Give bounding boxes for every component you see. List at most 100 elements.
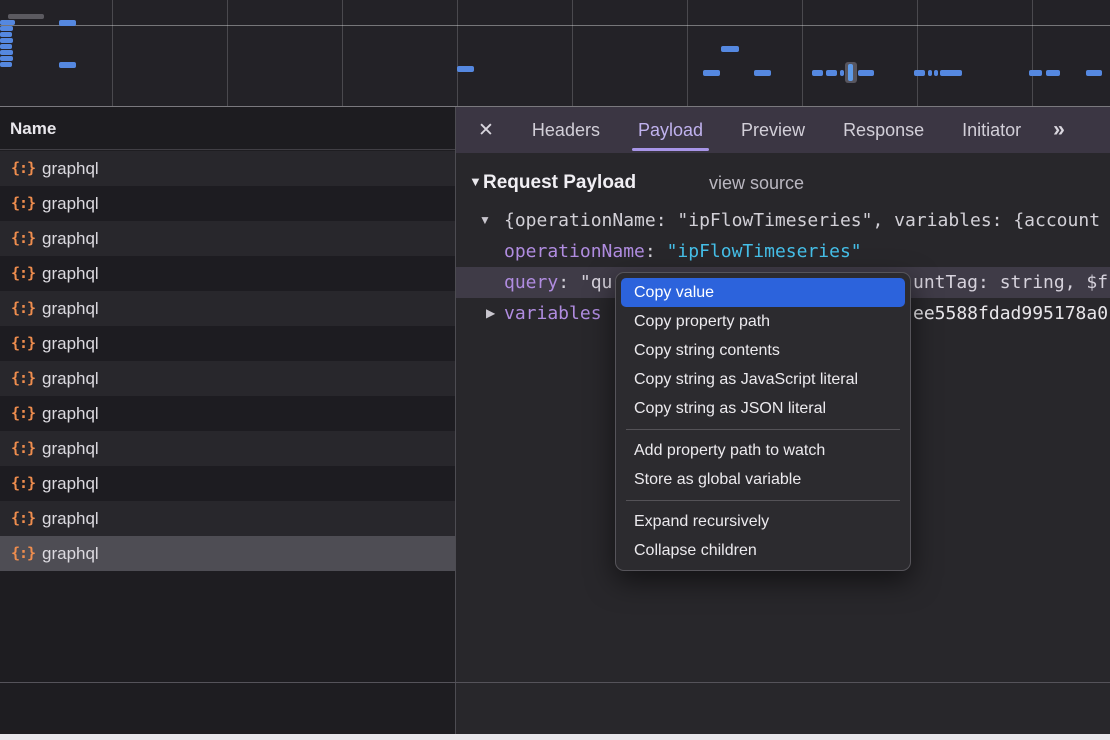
context-menu: Copy valueCopy property pathCopy string …: [615, 272, 911, 571]
context-menu-item[interactable]: Expand recursively: [621, 507, 905, 536]
json-braces-icon: {:}: [11, 326, 35, 361]
request-list: {:} graphql {:} graphql {:} graphql {:} graphql…: [0, 151, 455, 571]
json-braces-icon: {:}: [11, 396, 35, 431]
timeline-bar: [0, 20, 15, 25]
tree-row-text: query: "qu: [504, 267, 612, 298]
payload-tree-row[interactable]: ▼ {operationName: "ipFlowTimeseries", var…: [456, 205, 1110, 236]
request-row[interactable]: {:}graphql: [0, 291, 455, 326]
request-name: graphql: [42, 221, 99, 256]
json-braces-icon: {:}: [11, 501, 35, 536]
json-braces-icon: {:}: [11, 361, 35, 396]
tab-response[interactable]: Response: [843, 107, 924, 153]
menu-separator: [626, 429, 900, 430]
request-row[interactable]: {:}graphql: [0, 466, 455, 501]
timeline-bar: [1029, 70, 1042, 76]
tree-row-text: operationName: "ipFlowTimeseries": [504, 236, 862, 267]
request-name: graphql: [42, 536, 99, 571]
network-overview-timeline[interactable]: [0, 0, 1110, 107]
expanded-arrow-icon[interactable]: ▼: [479, 205, 491, 236]
tree-row-text-after-menu: ee5588fdad995178a0: [913, 298, 1108, 329]
timeline-bar: [0, 26, 13, 31]
context-menu-item[interactable]: Store as global variable: [621, 465, 905, 494]
timeline-bar: [0, 50, 13, 55]
name-column-header[interactable]: Name: [0, 107, 455, 150]
request-row[interactable]: {:} graphql: [0, 221, 455, 256]
tab-strip: Headers Payload Preview Response Initiator: [532, 107, 1021, 153]
tree-text-segment: {operationName: "ipFlowTimeseries", vari…: [504, 210, 1100, 231]
timeline-gridline: [342, 0, 343, 106]
request-row[interactable]: {:}graphql: [0, 431, 455, 466]
timeline-bar: [1046, 70, 1060, 76]
timeline-bar: [934, 70, 938, 76]
context-menu-item[interactable]: Copy string contents: [621, 336, 905, 365]
context-menu-item[interactable]: Copy string as JavaScript literal: [621, 365, 905, 394]
json-braces-icon: {:}: [11, 256, 35, 291]
timeline-bar: [0, 56, 13, 61]
tree-text-segment: "ipFlowTimeseries": [667, 241, 862, 262]
request-row[interactable]: {:} graphql: [0, 326, 455, 361]
devtools-network-panel: Name {:}graphql{:}graphql{:}graphql{:}gr…: [0, 0, 1110, 740]
request-row[interactable]: {:}graphql: [0, 396, 455, 431]
request-name: graphql: [42, 151, 99, 186]
context-menu-item[interactable]: Copy string as JSON literal: [621, 394, 905, 423]
close-icon[interactable]: ✕: [478, 121, 494, 140]
request-row[interactable]: {:}graphql: [0, 186, 455, 221]
request-row[interactable]: {:} graphql: [0, 256, 455, 291]
request-name: graphql: [42, 466, 99, 501]
request-row[interactable]: {:}graphql: [0, 151, 455, 186]
tree-text-segment: query: [504, 272, 558, 293]
timeline-bar: [0, 32, 12, 37]
timeline-gridline: [457, 0, 458, 106]
timeline-bar: [848, 64, 853, 81]
tab-initiator[interactable]: Initiator: [962, 107, 1021, 153]
request-name: graphql: [42, 361, 99, 396]
payload-tree-row[interactable]: operationName: "ipFlowTimeseries": [456, 236, 1110, 267]
timeline-bar: [914, 70, 925, 76]
timeline-bar: [721, 46, 739, 52]
section-title: Request Payload: [483, 167, 636, 199]
json-braces-icon: {:}: [11, 221, 35, 256]
context-menu-item[interactable]: Copy value: [621, 278, 905, 307]
context-menu-item[interactable]: Collapse children: [621, 536, 905, 565]
json-braces-icon: {:}: [11, 536, 35, 571]
json-braces-icon: {:}: [11, 186, 35, 221]
request-list-panel: Name {:}graphql{:}graphql{:}graphql{:}gr…: [0, 107, 455, 734]
timeline-bar: [1086, 70, 1102, 76]
window-bottom-edge: [0, 734, 1110, 740]
timeline-bar: [8, 14, 44, 19]
tree-text-segment: "qu: [580, 272, 613, 293]
tab-payload[interactable]: Payload: [638, 107, 703, 153]
timeline-baseline: [0, 25, 1110, 26]
timeline-bar: [457, 66, 474, 72]
request-row[interactable]: {:} graphql: [0, 536, 455, 571]
context-menu-item[interactable]: Copy property path: [621, 307, 905, 336]
context-menu-item[interactable]: Add property path to watch: [621, 436, 905, 465]
request-name: graphql: [42, 326, 99, 361]
more-tabs-icon[interactable]: »: [1053, 118, 1063, 142]
timeline-gridline: [687, 0, 688, 106]
view-source-link[interactable]: view source: [709, 167, 804, 199]
timeline-bar: [940, 70, 962, 76]
collapsed-arrow-icon[interactable]: ▶: [486, 298, 495, 329]
request-name: graphql: [42, 431, 99, 466]
tree-text-segment: :: [645, 241, 667, 262]
request-name: graphql: [42, 501, 99, 536]
timeline-gridline: [112, 0, 113, 106]
timeline-gridline: [1032, 0, 1033, 106]
timeline-gridline: [572, 0, 573, 106]
tab-headers[interactable]: Headers: [532, 107, 600, 153]
timeline-gridline: [917, 0, 918, 106]
request-row[interactable]: {:} graphql: [0, 501, 455, 536]
timeline-bar: [59, 62, 76, 68]
request-name: graphql: [42, 256, 99, 291]
request-row[interactable]: {:} graphql: [0, 361, 455, 396]
panel-footer-divider: [0, 682, 1110, 683]
menu-separator: [626, 500, 900, 501]
disclosure-triangle-icon[interactable]: ▼: [469, 174, 482, 189]
request-name: graphql: [42, 291, 99, 326]
tree-row-text: {operationName: "ipFlowTimeseries", vari…: [504, 205, 1100, 236]
tree-text-segment: :: [558, 272, 580, 293]
timeline-bar: [0, 44, 12, 49]
timeline-gridline: [227, 0, 228, 106]
tab-preview[interactable]: Preview: [741, 107, 805, 153]
